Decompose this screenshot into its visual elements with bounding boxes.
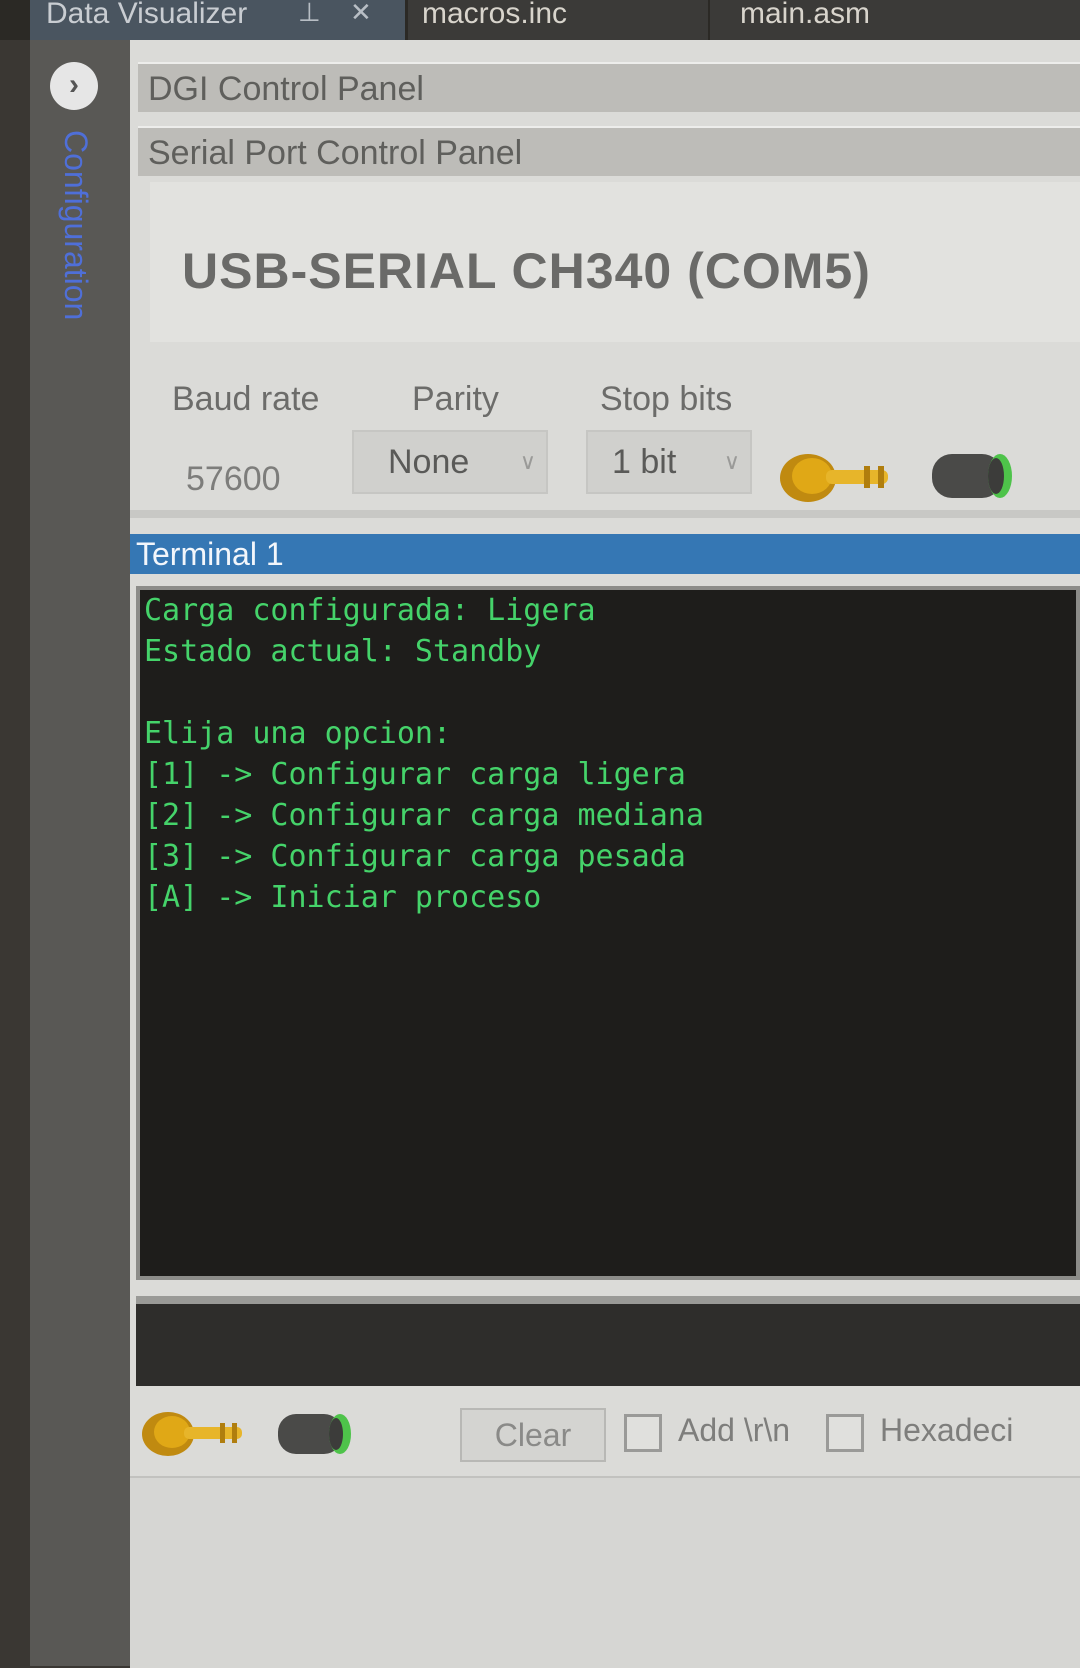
pin-icon[interactable]: ⊥ (298, 0, 321, 26)
device-box: USB-SERIAL CH340 (COM5) (150, 182, 1080, 342)
lower-panel (130, 1476, 1080, 1668)
add-crlf-checkbox[interactable] (624, 1414, 662, 1452)
add-crlf-label: Add \r\n (678, 1412, 791, 1448)
device-name: USB-SERIAL CH340 (COM5) (182, 243, 871, 299)
stop-bits-select[interactable]: 1 bit ∨ (586, 430, 752, 494)
terminal-line: [2] -> Configurar carga mediana (144, 798, 704, 833)
baud-rate-label: Baud rate (172, 380, 320, 418)
terminal-line: [1] -> Configurar carga ligera (144, 757, 686, 792)
chevron-right-icon[interactable]: › (50, 62, 98, 110)
connect-plug-icon[interactable] (140, 1408, 250, 1460)
tab-macros[interactable]: macros.inc (408, 0, 708, 40)
terminal-title-bar: Terminal 1 (130, 534, 1080, 574)
stop-bits-label: Stop bits (600, 380, 733, 418)
hexadecimal-label: Hexadeci (880, 1412, 1014, 1448)
terminal-line: Carga configurada: Ligera (144, 593, 596, 628)
baud-rate-input[interactable]: 57600 (186, 460, 281, 499)
serial-port-control-panel-header[interactable]: Serial Port Control Panel (138, 126, 1080, 176)
configuration-tab[interactable]: Configuration (46, 130, 106, 400)
main-content: DGI Control Panel Serial Port Control Pa… (130, 40, 1080, 1668)
parity-label: Parity (412, 380, 499, 418)
sidebar: › Configuration (30, 40, 130, 1666)
divider (130, 510, 1080, 518)
send-input[interactable] (136, 1296, 1080, 1386)
tab-label: Data Visualizer (46, 0, 248, 30)
chevron-down-icon: ∨ (723, 449, 740, 474)
terminal-line: Estado actual: Standby (144, 634, 542, 669)
disconnect-plug-icon[interactable] (930, 448, 1016, 504)
terminal-output[interactable]: Carga configurada: Ligera Estado actual:… (136, 586, 1080, 1280)
chevron-down-icon: ∨ (519, 449, 536, 474)
terminal-line: Elija una opcion: (144, 716, 452, 751)
hexadecimal-checkbox[interactable] (826, 1414, 864, 1452)
stop-bits-value: 1 bit (612, 443, 677, 481)
tab-data-visualizer[interactable]: Data Visualizer ⊥ ✕ (30, 0, 405, 40)
disconnect-plug-icon[interactable] (276, 1408, 356, 1460)
terminal-line: [A] -> Iniciar proceso (144, 880, 542, 915)
parity-select[interactable]: None ∨ (352, 430, 548, 494)
parity-value: None (388, 443, 470, 481)
close-icon[interactable]: ✕ (350, 0, 372, 26)
dgi-control-panel-header[interactable]: DGI Control Panel (138, 62, 1080, 112)
connect-plug-icon[interactable] (778, 450, 898, 506)
clear-button[interactable]: Clear (460, 1408, 606, 1462)
tab-strip: Data Visualizer ⊥ ✕ macros.inc main.asm (0, 0, 1080, 40)
terminal-controls: Clear Add \r\n Hexadeci (130, 1386, 1080, 1466)
tab-main[interactable]: main.asm (710, 0, 1080, 40)
terminal-line: [3] -> Configurar carga pesada (144, 839, 686, 874)
